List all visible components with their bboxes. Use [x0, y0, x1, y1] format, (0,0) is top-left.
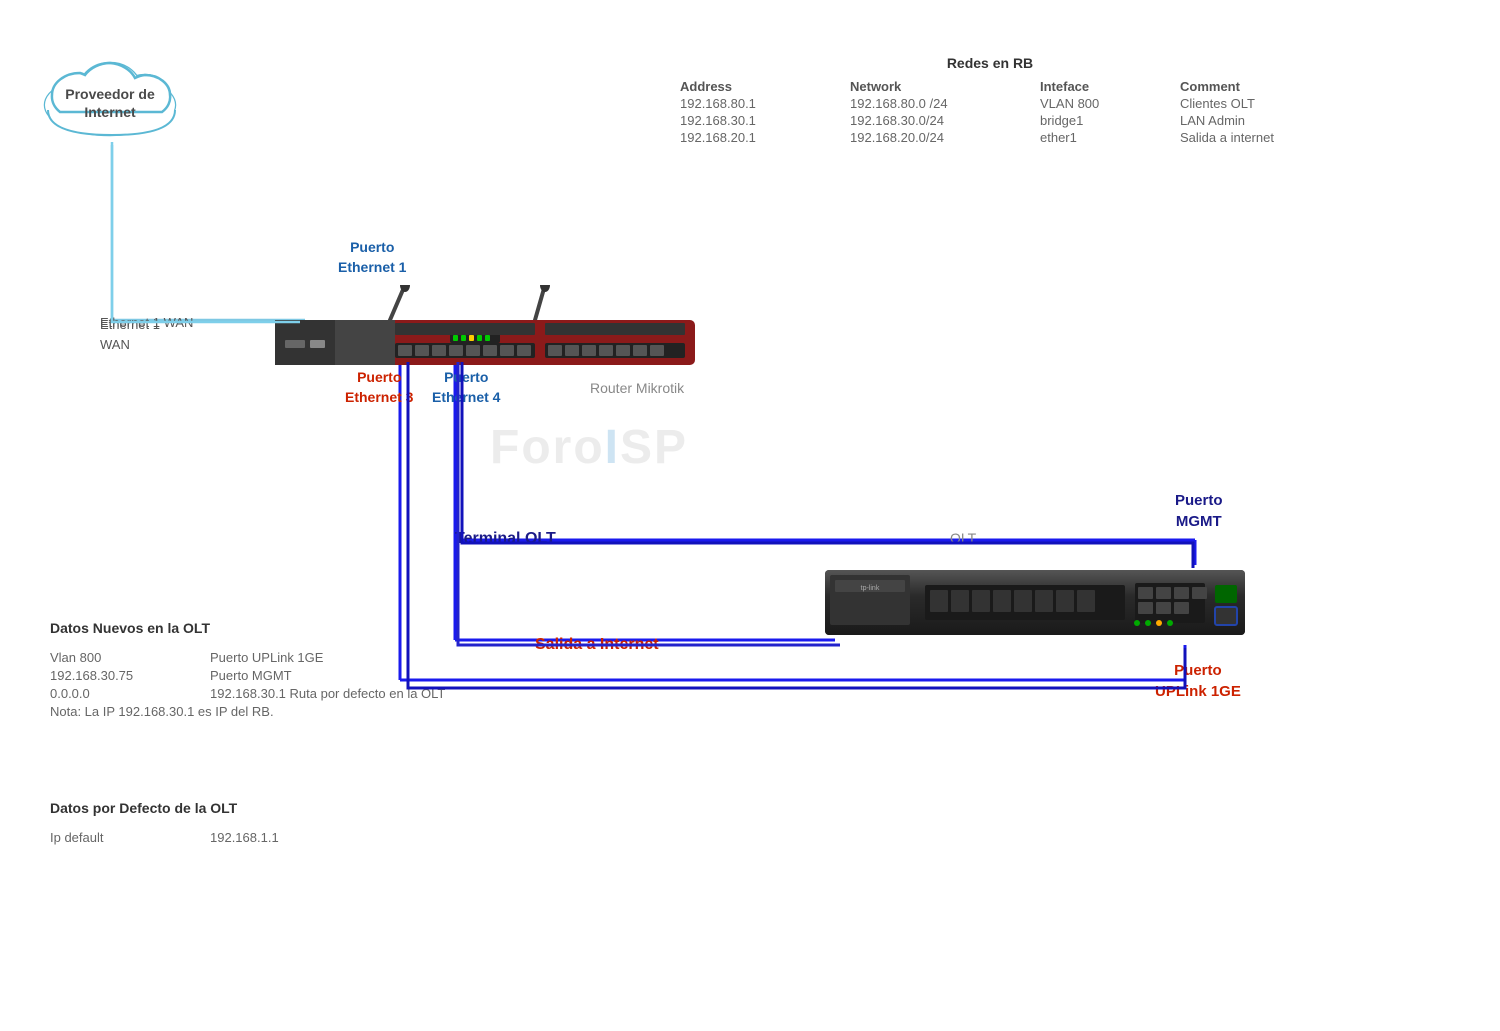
puerto-eth4-line2: Ethernet 4 [432, 388, 500, 408]
watermark-sp: SP [620, 421, 688, 474]
addr-row3: 192.168.20.1 [680, 130, 840, 145]
col-interface-header: Inteface [1040, 79, 1170, 94]
olt-device: tp-link [825, 565, 1245, 645]
datos-nuevos-r3-c2: 192.168.30.1 Ruta por defecto en la OLT [210, 686, 445, 701]
comment-row1: Clientes OLT [1180, 96, 1340, 111]
puerto-mgmt-text: Puerto MGMT [1175, 490, 1223, 532]
puerto-uplink-line2: UPLink 1GE [1155, 681, 1241, 702]
iface-row2: bridge1 [1040, 113, 1170, 128]
net-row3: 192.168.20.0/24 [850, 130, 1030, 145]
redes-grid: Address Network Inteface Comment 192.168… [680, 79, 1300, 145]
comment-row2: LAN Admin [1180, 113, 1340, 128]
ethernet1-line1: Ethernet 1 [100, 315, 160, 335]
addr-row1: 192.168.80.1 [680, 96, 840, 111]
router-svg [265, 285, 705, 365]
col-comment-header: Comment [1180, 79, 1340, 94]
datos-nuevos-title: Datos Nuevos en la OLT [50, 620, 445, 636]
watermark-accent: I [605, 421, 620, 474]
terminal-olt-label: Terminal OLT [455, 530, 556, 548]
datos-defecto-section: Datos por Defecto de la OLT Ip default 1… [50, 800, 279, 845]
cloud-label: Proveedor de Internet [30, 85, 190, 121]
datos-defecto-r1-c2: 192.168.1.1 [210, 830, 279, 845]
col-network-header: Network [850, 79, 1030, 94]
salida-internet-label: Salida a Internet [535, 636, 659, 654]
puerto-uplink-text: Puerto UPLink 1GE [1155, 660, 1241, 702]
puerto-eth4-label: Puerto Ethernet 4 [432, 368, 500, 407]
ethernet1-line2: WAN [100, 335, 160, 355]
wan-label-block: Ethernet 1 WAN [100, 315, 160, 354]
salida-internet-text: Salida a Internet [535, 636, 659, 653]
puerto-eth1-line1: Puerto [338, 238, 406, 258]
net-row1: 192.168.80.0 /24 [850, 96, 1030, 111]
datos-nuevos-row2: 192.168.30.75 Puerto MGMT [50, 668, 445, 683]
watermark: ForoISP [490, 420, 688, 475]
datos-nuevos-r1-c1: Vlan 800 [50, 650, 180, 665]
puerto-eth3-label: Puerto Ethernet 3 [345, 368, 413, 407]
watermark-foro: Foro [490, 421, 605, 474]
addr-row2: 192.168.30.1 [680, 113, 840, 128]
puerto-uplink-label: Puerto UPLink 1GE [1155, 660, 1241, 702]
svg-text:tp-link: tp-link [861, 585, 880, 592]
puerto-eth4-text: Puerto Ethernet 4 [432, 368, 500, 407]
datos-nuevos-row3: 0.0.0.0 192.168.30.1 Ruta por defecto en… [50, 686, 445, 701]
puerto-mgmt-label: Puerto MGMT [1175, 490, 1223, 532]
datos-nuevos-section: Datos Nuevos en la OLT Vlan 800 Puerto U… [50, 620, 445, 719]
olt-text: OLT [950, 530, 976, 546]
puerto-uplink-line1: Puerto [1155, 660, 1241, 681]
puerto-eth3-line2: Ethernet 3 [345, 388, 413, 408]
datos-defecto-r1-c1: Ip default [50, 830, 180, 845]
datos-defecto-title: Datos por Defecto de la OLT [50, 800, 279, 816]
puerto-eth1-line2: Ethernet 1 [338, 258, 406, 278]
puerto-eth1-label: Puerto Ethernet 1 [338, 238, 406, 277]
router-label: Router Mikrotik [590, 380, 684, 398]
connection-lines [0, 0, 1500, 1031]
iface-row1: VLAN 800 [1040, 96, 1170, 111]
router-mikrotik-device [265, 285, 705, 360]
redes-title: Redes en RB [680, 55, 1300, 71]
datos-defecto-row1: Ip default 192.168.1.1 [50, 830, 279, 845]
puerto-mgmt-line1: Puerto [1175, 490, 1223, 511]
puerto-eth3-text: Puerto Ethernet 3 [345, 368, 413, 407]
col-address-header: Address [680, 79, 840, 94]
datos-nuevos-r2-c2: Puerto MGMT [210, 668, 292, 683]
router-mikrotik-text: Router Mikrotik [590, 380, 684, 396]
datos-nuevos-r2-c1: 192.168.30.75 [50, 668, 180, 683]
olt-svg: tp-link [825, 565, 1245, 645]
iface-row3: ether1 [1040, 130, 1170, 145]
comment-row3: Salida a internet [1180, 130, 1340, 145]
net-row2: 192.168.30.0/24 [850, 113, 1030, 128]
puerto-eth1-text: Puerto Ethernet 1 [338, 238, 406, 277]
datos-nuevos-r3-c1: 0.0.0.0 [50, 686, 180, 701]
datos-nuevos-note: Nota: La IP 192.168.30.1 es IP del RB. [50, 704, 445, 719]
puerto-mgmt-line2: MGMT [1175, 511, 1223, 532]
cloud-isp: Proveedor de Internet [30, 40, 190, 140]
connection-lines-2 [0, 0, 1500, 1031]
datos-nuevos-row1: Vlan 800 Puerto UPLink 1GE [50, 650, 445, 665]
olt-label: OLT [950, 530, 976, 548]
redes-table: Redes en RB Address Network Inteface Com… [680, 55, 1300, 145]
terminal-olt-text: Terminal OLT [455, 530, 556, 547]
datos-nuevos-r1-c2: Puerto UPLink 1GE [210, 650, 323, 665]
puerto-eth4-line1: Puerto [432, 368, 500, 388]
puerto-eth3-line1: Puerto [345, 368, 413, 388]
